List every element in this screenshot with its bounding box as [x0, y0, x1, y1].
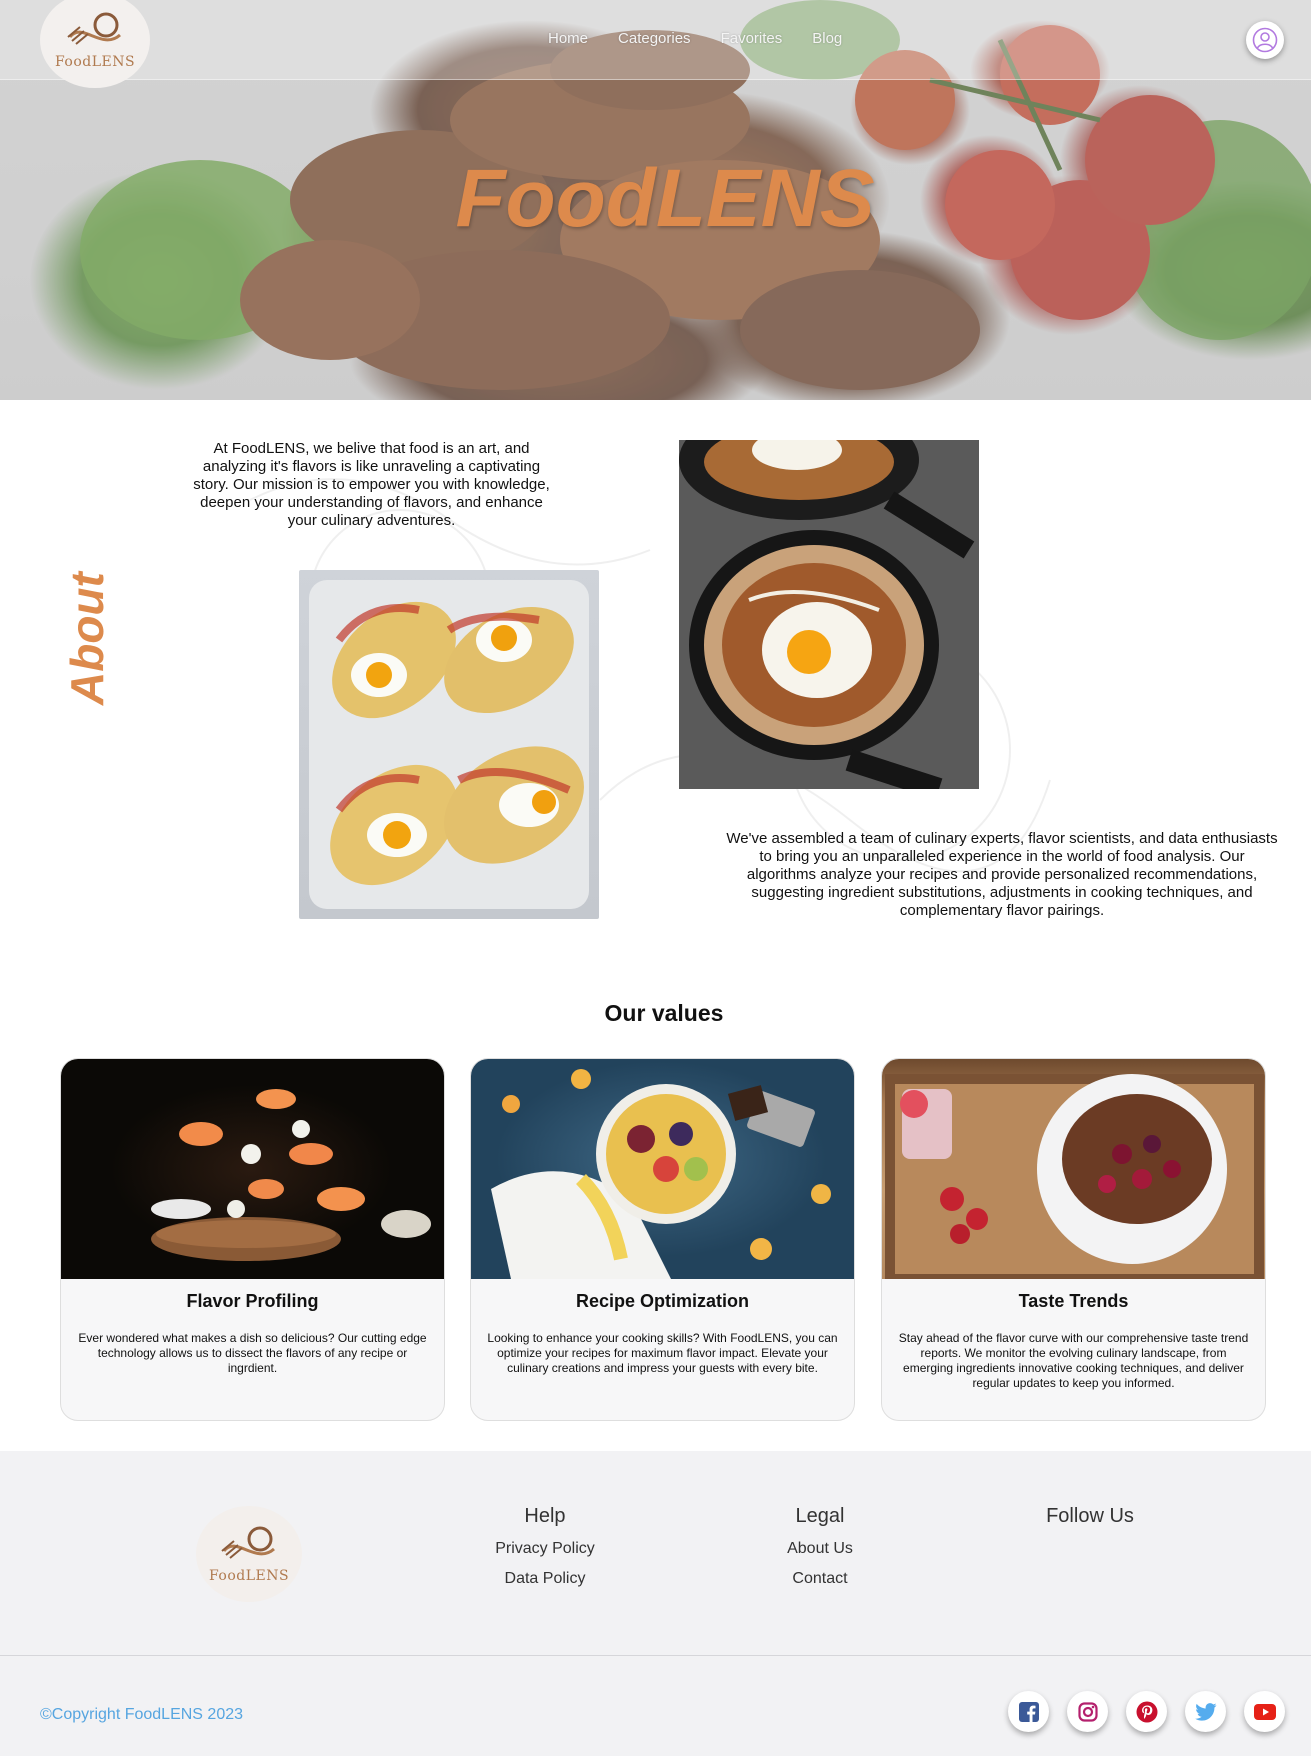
value-card-flavor-profiling[interactable]: Flavor Profiling Ever wondered what make… [60, 1058, 445, 1421]
twitter-button[interactable] [1185, 1691, 1226, 1732]
card-text: Ever wondered what makes a dish so delic… [78, 1331, 427, 1375]
card-title: Flavor Profiling [186, 1291, 319, 1311]
card-title: Recipe Optimization [575, 1291, 750, 1311]
nav-links: Home Categories Favorites Blog [548, 30, 842, 47]
top-navbar: FoodLENS Home Categories Favorites Blog [0, 0, 1311, 88]
sushi-photo [61, 1059, 444, 1279]
social-links [1008, 1691, 1285, 1732]
logo-text: FoodLENS [54, 53, 136, 70]
youtube-icon [1253, 1703, 1276, 1720]
youtube-button[interactable] [1244, 1691, 1285, 1732]
footer-help-heading: Help [524, 1505, 566, 1527]
about-label: About [61, 572, 113, 705]
card-text: Looking to enhance your cooking skills? … [487, 1331, 838, 1375]
value-card-recipe-optimization[interactable]: Recipe Optimization Looking to enhance y… [470, 1058, 855, 1421]
instagram-button[interactable] [1067, 1691, 1108, 1732]
hero-title: FoodLENS [455, 153, 875, 244]
stuffed-potato-eggs-photo [299, 570, 599, 919]
pinterest-icon [1136, 1701, 1157, 1722]
fork-spoon-logo-icon [221, 1526, 275, 1559]
nav-favorites[interactable]: Favorites [721, 30, 783, 47]
site-footer: FoodLENS Help Privacy Policy Data Policy… [0, 1451, 1311, 1756]
nav-categories[interactable]: Categories [618, 30, 691, 47]
pinterest-button[interactable] [1126, 1691, 1167, 1732]
hero-banner: FoodLENS Home Categories Favorites Blog … [0, 0, 1311, 400]
nav-blog[interactable]: Blog [812, 30, 842, 47]
nav-home[interactable]: Home [548, 30, 588, 47]
user-avatar-icon [1252, 27, 1278, 53]
facebook-button[interactable] [1008, 1691, 1049, 1732]
footer-follow-column: Follow Us [1015, 1505, 1165, 1534]
card-title: Taste Trends [1018, 1291, 1129, 1311]
card-text: Stay ahead of the flavor curve with our … [898, 1331, 1249, 1390]
footer-help-column: Help Privacy Policy Data Policy [470, 1505, 620, 1594]
about-paragraph-2: We've assembled a team of culinary exper… [726, 830, 1278, 919]
fruit-bowl-photo [471, 1059, 854, 1279]
facebook-icon [1018, 1701, 1039, 1722]
fork-spoon-logo-icon [67, 12, 121, 45]
contact-link[interactable]: Contact [745, 1564, 895, 1594]
footer-legal-column: Legal About Us Contact [745, 1505, 895, 1594]
privacy-policy-link[interactable]: Privacy Policy [470, 1534, 620, 1564]
footer-logo[interactable]: FoodLENS [196, 1506, 302, 1602]
footer-follow-heading: Follow Us [1046, 1505, 1134, 1527]
value-card-taste-trends[interactable]: Taste Trends Stay ahead of the flavor cu… [881, 1058, 1266, 1421]
values-title: Our values [604, 1000, 724, 1026]
about-paragraph-1: At FoodLENS, we belive that food is an a… [193, 440, 550, 529]
copyright-text: ©Copyright FoodLENS 2023 [40, 1706, 244, 1723]
skillet-egg-photo [679, 440, 979, 789]
footer-logo-text: FoodLENS [208, 1567, 290, 1584]
data-policy-link[interactable]: Data Policy [470, 1564, 620, 1594]
pancake-tray-photo [882, 1059, 1265, 1279]
site-logo[interactable]: FoodLENS [40, 0, 150, 88]
footer-divider [0, 1655, 1311, 1656]
instagram-icon [1077, 1701, 1098, 1722]
footer-legal-heading: Legal [795, 1505, 845, 1527]
about-us-link[interactable]: About Us [745, 1534, 895, 1564]
user-profile-button[interactable] [1246, 21, 1284, 59]
twitter-icon [1194, 1702, 1216, 1721]
